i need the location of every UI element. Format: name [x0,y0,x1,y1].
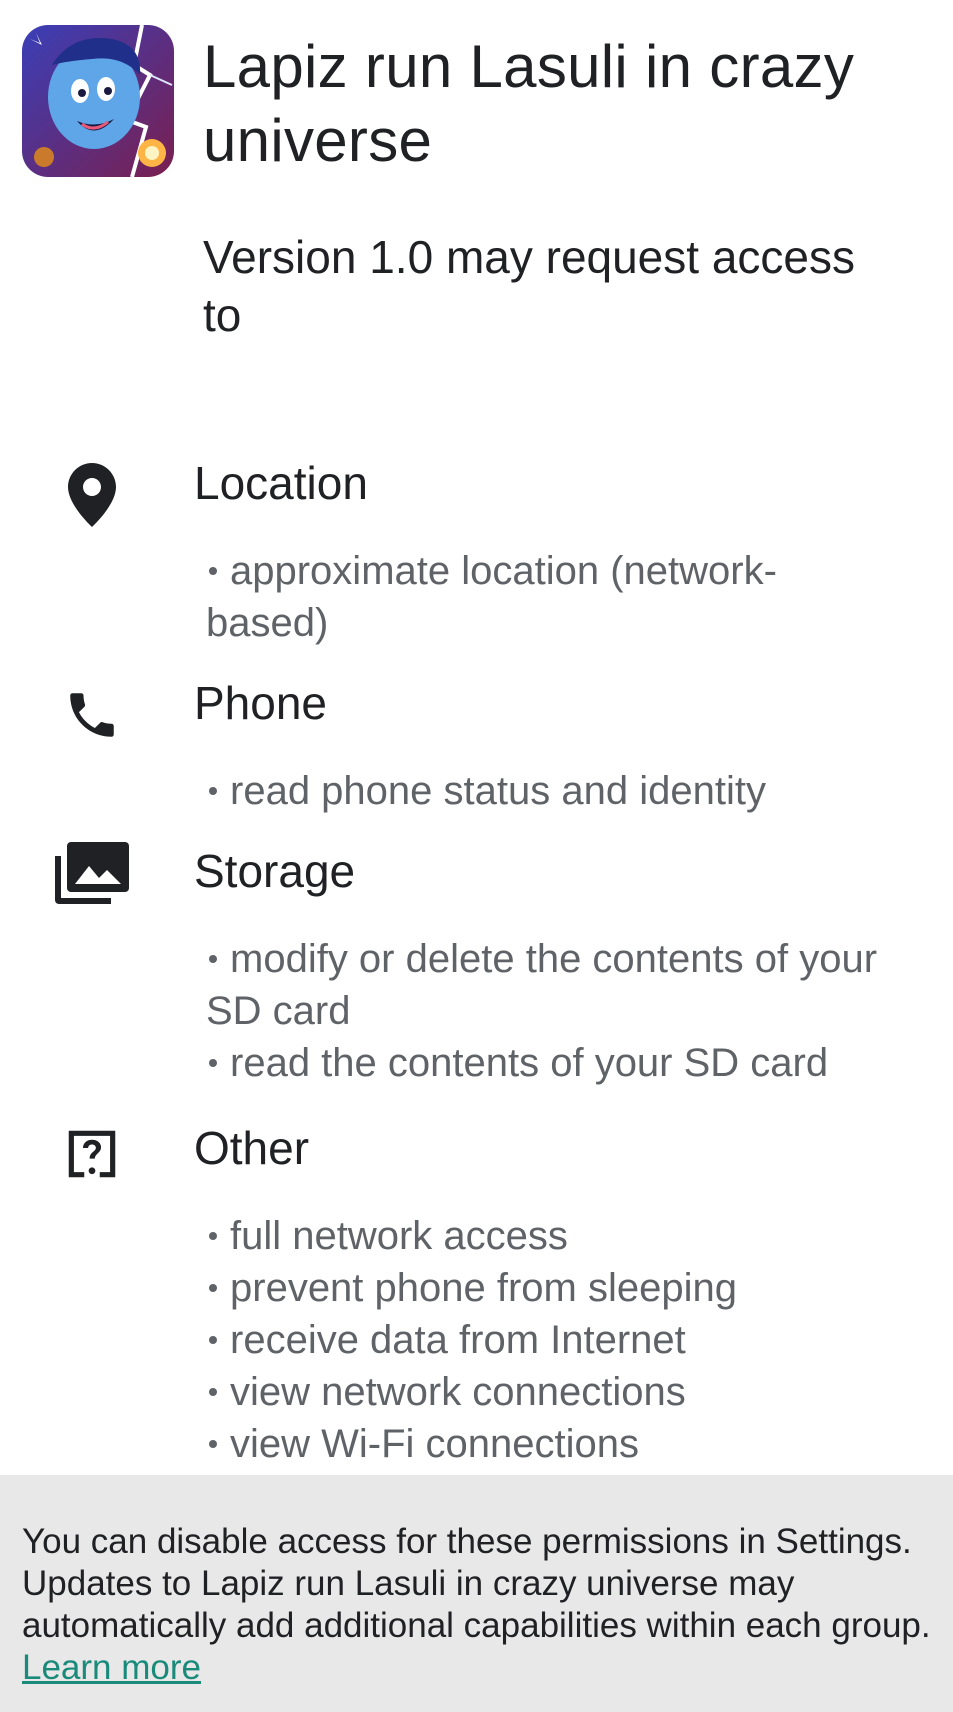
version-request-text: Version 1.0 may request access to [203,231,855,341]
group-title-storage: Storage [194,845,356,897]
app-header: Lapiz run Lasuli in crazy universe Versi… [0,0,953,360]
permission-item: prevent phone from sleeping [206,1262,886,1314]
help-question-icon [52,1114,132,1194]
footer-text: You can disable access for these permiss… [22,1521,932,1689]
permission-list-storage: modify or delete the contents of your SD… [206,933,886,1089]
phone-icon [52,675,132,755]
permission-item: read the contents of your SD card [206,1037,886,1089]
footer-message: You can disable access for these permiss… [22,1522,931,1645]
permission-list-location: approximate location (network-based) [206,545,886,649]
permission-item: receive data from Internet [206,1314,886,1366]
app-icon [22,25,174,177]
footer-info: You can disable access for these permiss… [0,1475,953,1712]
location-pin-icon [52,455,132,535]
permission-item: modify or delete the contents of your SD… [206,933,886,1037]
permission-item: full network access [206,1210,886,1262]
group-title-location: Location [194,457,368,509]
app-title: Lapiz run Lasuli in crazy universe [203,33,855,174]
group-title-phone: Phone [194,677,328,729]
permission-item: approximate location (network-based) [206,545,886,649]
learn-more-link[interactable]: Learn more [22,1648,201,1687]
permission-list-other: full network access prevent phone from s… [206,1210,886,1470]
group-title-other: Other [194,1122,310,1174]
photo-library-icon [52,833,132,913]
permission-list-phone: read phone status and identity [206,765,886,817]
permission-item: read phone status and identity [206,765,886,817]
permission-item: view network connections [206,1366,886,1418]
permission-item: view Wi-Fi connections [206,1418,886,1470]
